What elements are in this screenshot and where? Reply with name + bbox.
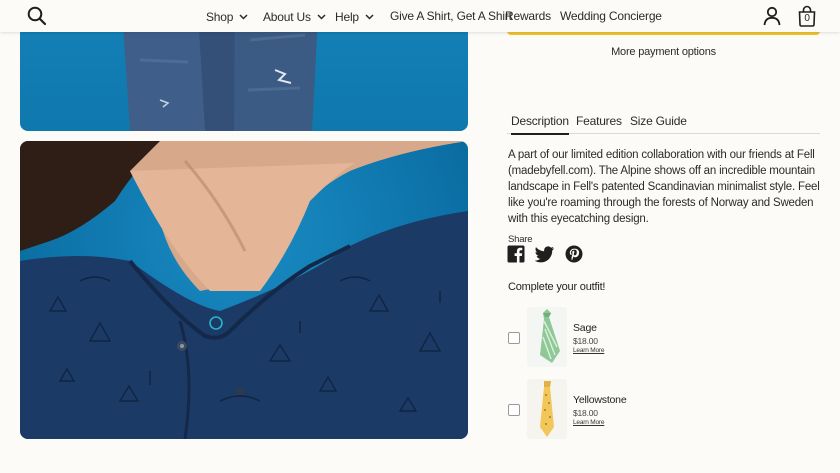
site-header: Shop About Us Help Give A Shirt, Get A S… (0, 0, 840, 32)
tab-features[interactable]: Features (576, 114, 622, 133)
upsell-item-yellowstone: Yellowstone $18.00 Learn More (507, 379, 827, 439)
more-payment-options-link[interactable]: More payment options (507, 46, 820, 58)
upsell-item-sage: Sage $18.00 Learn More (507, 307, 827, 367)
tab-description[interactable]: Description (511, 114, 569, 135)
nav-label: Help (335, 10, 359, 24)
product-tabs: Description Features Size Guide (507, 112, 820, 135)
nav-item-give-a-shirt[interactable]: Give A Shirt, Get A Shirt (390, 9, 512, 23)
cart-icon[interactable]: 0 (797, 5, 817, 27)
product-description: A part of our limited edition collaborat… (508, 149, 820, 225)
upsell-name: Sage (573, 322, 597, 334)
product-image-shirt-collar[interactable] (20, 141, 468, 439)
pinterest-icon[interactable] (565, 245, 583, 263)
twitter-icon[interactable] (534, 245, 555, 263)
upsell-checkbox[interactable] (508, 332, 520, 344)
main-nav: Shop About Us Help Give A Shirt, Get A S… (0, 0, 840, 32)
upsell-name: Yellowstone (573, 394, 627, 406)
cart-count: 0 (804, 13, 810, 24)
nav-item-help[interactable]: Help (335, 9, 374, 24)
nav-item-wedding-concierge[interactable]: Wedding Concierge (560, 9, 662, 23)
chevron-down-icon (365, 9, 374, 23)
upsell-checkbox[interactable] (508, 404, 520, 416)
share-label: Share (508, 234, 533, 245)
learn-more-link[interactable]: Learn More (573, 347, 604, 354)
nav-item-about-us[interactable]: About Us (263, 9, 326, 24)
complete-outfit-title: Complete your outfit! (508, 281, 606, 293)
nav-item-rewards[interactable]: Rewards (505, 9, 551, 23)
upsell-price: $18.00 (573, 336, 598, 346)
chevron-down-icon (239, 9, 248, 23)
nav-item-shop[interactable]: Shop (206, 9, 248, 24)
account-icon[interactable] (762, 6, 782, 26)
chevron-down-icon (317, 9, 326, 23)
facebook-icon[interactable] (507, 245, 525, 263)
nav-label: About Us (263, 10, 311, 24)
tie-thumbnail-sage[interactable] (527, 307, 567, 367)
tie-thumbnail-yellowstone[interactable] (527, 379, 567, 439)
nav-label: Shop (206, 10, 234, 24)
learn-more-link[interactable]: Learn More (573, 419, 604, 426)
tab-size-guide[interactable]: Size Guide (630, 114, 687, 133)
upsell-price: $18.00 (573, 408, 598, 418)
